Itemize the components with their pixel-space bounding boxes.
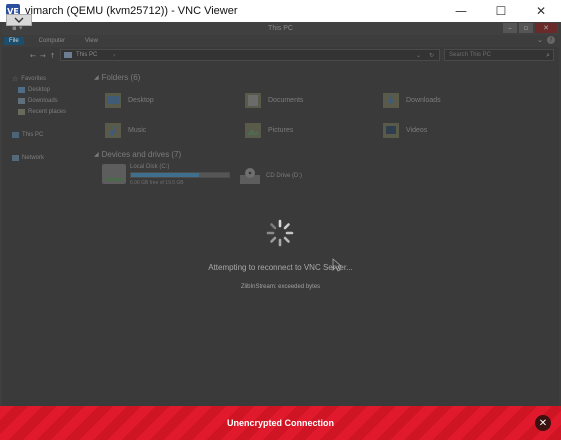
nav-item-this-pc[interactable]: This PC xyxy=(12,132,43,138)
group-title: Folders (6) xyxy=(101,73,141,82)
address-field[interactable]: This PC › ⌄ ↻ xyxy=(60,49,440,61)
ribbon: File Computer View ⌄ ? xyxy=(2,35,559,47)
nav-item-favorites[interactable]: ☆ Favorites xyxy=(12,75,46,83)
recent-places-icon xyxy=(18,109,25,115)
drive-item-d[interactable]: CD Drive (D:) xyxy=(238,166,302,186)
cd-drive-icon xyxy=(240,168,260,184)
tab-view[interactable]: View xyxy=(80,37,103,45)
folder-label: Pictures xyxy=(268,126,294,134)
nav-item-recent-places[interactable]: Recent places xyxy=(18,109,66,115)
search-placeholder: Search This PC xyxy=(449,52,491,58)
explorer-maximize-button[interactable]: ▫ xyxy=(519,23,533,33)
address-dropdown-icon[interactable]: ⌄ xyxy=(416,52,421,59)
minimize-button[interactable]: — xyxy=(441,0,481,22)
downloads-icon xyxy=(18,98,25,104)
folder-item[interactable]: Documents xyxy=(244,90,303,110)
nav-item-label: Recent places xyxy=(28,109,67,115)
folder-label: Downloads xyxy=(406,96,441,104)
ribbon-expand-icon[interactable]: ⌄ xyxy=(537,36,543,44)
file-explorer-window: ▪ ▾ This PC – ▫ ✕ File Computer View ⌄ ?… xyxy=(2,22,559,406)
address-path: This PC xyxy=(76,52,98,58)
explorer-title-bar: ▪ ▾ This PC – ▫ ✕ xyxy=(2,22,559,35)
folder-label: Videos xyxy=(406,126,428,134)
tab-file[interactable]: File xyxy=(4,37,24,45)
hard-disk-icon xyxy=(102,164,126,184)
nav-item-downloads[interactable]: Downloads xyxy=(18,98,58,104)
breadcrumb-chevron-icon[interactable]: › xyxy=(113,52,115,59)
computer-icon xyxy=(64,52,72,58)
search-input[interactable]: Search This PC ⌕ xyxy=(444,49,554,61)
documents-folder-icon xyxy=(245,93,261,108)
banner-close-button[interactable]: ✕ xyxy=(535,415,551,431)
close-button[interactable]: ✕ xyxy=(521,0,561,22)
unencrypted-connection-banner: Unencrypted Connection ✕ xyxy=(0,406,561,440)
nav-item-label: This PC xyxy=(22,132,44,138)
nav-item-label: Network xyxy=(22,155,45,161)
address-bar-row: ← → ↑ This PC › ⌄ ↻ Search This PC ⌕ xyxy=(2,49,559,63)
remote-desktop[interactable]: ▪ ▾ This PC – ▫ ✕ File Computer View ⌄ ?… xyxy=(0,22,561,406)
explorer-minimize-button[interactable]: – xyxy=(503,23,517,33)
back-arrow-icon[interactable]: ← xyxy=(30,52,36,60)
content-pane: ◢ Folders (6) Desktop Documents Download… xyxy=(94,70,554,400)
star-icon: ☆ xyxy=(12,76,19,83)
drive-usage-bar xyxy=(130,172,230,178)
help-icon[interactable]: ? xyxy=(547,36,555,44)
nav-item-network[interactable]: Network xyxy=(12,155,44,161)
downloads-folder-icon xyxy=(383,93,399,108)
desktop-folder-icon xyxy=(105,93,121,108)
folder-item[interactable]: Downloads xyxy=(382,90,441,110)
computer-icon xyxy=(12,132,19,138)
refresh-icon[interactable]: ↻ xyxy=(429,52,434,59)
tab-computer[interactable]: Computer xyxy=(34,37,70,45)
navigation-pane: ☆ Favorites Desktop Downloads Recent pla… xyxy=(2,70,92,400)
vnc-toolbar-toggle-icon[interactable] xyxy=(6,14,32,26)
status-detail-text: ZlibInStream: exceeded bytes xyxy=(240,284,321,290)
vnc-title-bar: VE vimarch (QEMU (kvm25712)) - VNC Viewe… xyxy=(0,0,561,22)
explorer-window-controls: – ▫ ✕ xyxy=(503,23,557,33)
pictures-folder-icon xyxy=(245,123,261,138)
window-title: vimarch (QEMU (kvm25712)) - VNC Viewer xyxy=(25,5,238,17)
collapse-caret-icon: ◢ xyxy=(94,75,99,81)
chevron-down-icon xyxy=(14,17,24,23)
drive-label: CD Drive (D:) xyxy=(266,173,302,179)
window-controls: — ☐ ✕ xyxy=(441,0,561,22)
drive-item-c[interactable]: Local Disk (C:) 6.06 GB free of 19.5 GB xyxy=(102,164,230,186)
desktop-icon xyxy=(18,87,25,93)
folder-item[interactable]: Music xyxy=(104,120,146,140)
banner-text: Unencrypted Connection xyxy=(226,418,334,428)
folders-group-header[interactable]: ◢ Folders (6) xyxy=(94,73,140,82)
videos-folder-icon xyxy=(383,123,399,138)
nav-item-label: Downloads xyxy=(28,98,58,104)
folder-label: Music xyxy=(128,126,147,134)
drive-label: Local Disk (C:) xyxy=(130,164,170,170)
loading-spinner-icon xyxy=(266,219,294,247)
nav-item-desktop[interactable]: Desktop xyxy=(18,87,50,93)
folder-label: Documents xyxy=(268,96,304,104)
group-title: Devices and drives (7) xyxy=(101,150,182,159)
explorer-close-button[interactable]: ✕ xyxy=(535,23,557,33)
devices-group-header[interactable]: ◢ Devices and drives (7) xyxy=(94,150,181,159)
music-folder-icon xyxy=(105,123,121,138)
folder-label: Desktop xyxy=(128,96,154,104)
forward-arrow-icon[interactable]: → xyxy=(40,52,46,60)
nav-item-label: Desktop xyxy=(28,87,51,93)
drive-free-space: 6.06 GB free of 19.5 GB xyxy=(130,180,184,186)
maximize-button[interactable]: ☐ xyxy=(481,0,521,22)
up-arrow-icon[interactable]: ↑ xyxy=(50,52,56,60)
drive-usage-fill xyxy=(131,173,199,177)
status-main-text: Attempting to reconnect to VNC Server... xyxy=(208,263,353,272)
folder-item[interactable]: Pictures xyxy=(244,120,293,140)
folder-item[interactable]: Videos xyxy=(382,120,427,140)
folder-item[interactable]: Desktop xyxy=(104,90,154,110)
nav-item-label: Favorites xyxy=(21,76,46,82)
network-icon xyxy=(12,155,19,161)
reconnect-status: Attempting to reconnect to VNC Server...… xyxy=(0,263,561,290)
explorer-title: This PC xyxy=(268,25,293,32)
search-icon: ⌕ xyxy=(546,51,550,59)
collapse-caret-icon: ◢ xyxy=(94,152,99,158)
